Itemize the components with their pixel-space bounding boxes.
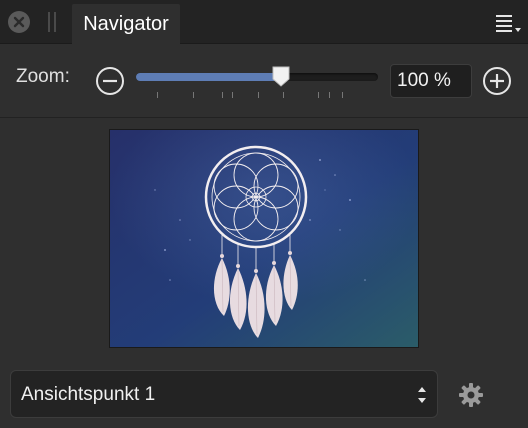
close-icon (13, 16, 25, 28)
panel-tab-bar: Navigator (0, 0, 528, 44)
document-thumbnail (110, 130, 418, 347)
zoom-slider-thumb[interactable] (271, 65, 291, 87)
viewpoint-selected-value: Ansichtspunkt 1 (21, 384, 156, 405)
zoom-row: Zoom: (0, 44, 528, 118)
gear-icon (459, 383, 483, 407)
minus-circle-icon (96, 67, 124, 95)
tab-navigator[interactable]: Navigator (72, 4, 180, 44)
zoom-slider-ticks (136, 92, 378, 100)
viewpoint-settings-button[interactable] (458, 382, 484, 408)
viewpoint-select[interactable]: Ansichtspunkt 1 (10, 370, 438, 418)
zoom-out-button[interactable] (95, 66, 125, 96)
navigator-preview[interactable] (109, 129, 419, 348)
drag-grip-icon[interactable] (48, 12, 58, 32)
plus-circle-icon (483, 67, 511, 95)
panel-menu-icon (496, 15, 521, 32)
divider (0, 117, 528, 118)
zoom-slider[interactable] (136, 66, 378, 87)
zoom-percent-field[interactable] (390, 64, 472, 98)
close-button[interactable] (8, 11, 30, 33)
zoom-label: Zoom: (16, 66, 70, 87)
zoom-in-button[interactable] (482, 66, 512, 96)
panel-menu-button[interactable] (494, 12, 524, 34)
chevron-updown-icon (418, 387, 426, 403)
zoom-slider-fill (136, 73, 282, 81)
